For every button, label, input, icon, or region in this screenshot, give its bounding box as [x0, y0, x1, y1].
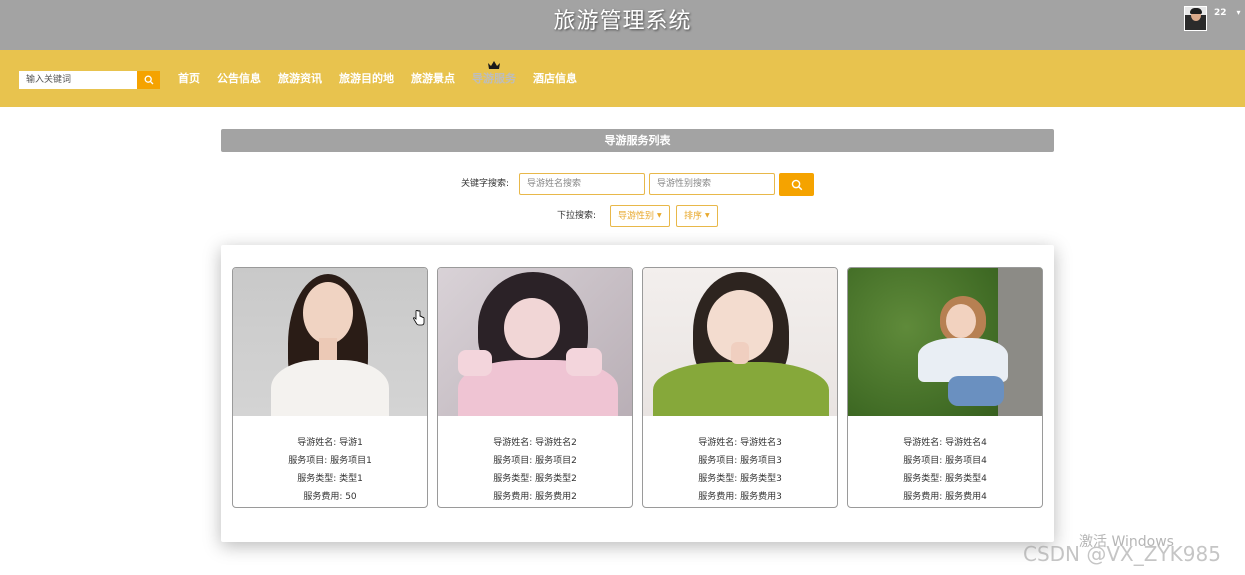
guide-photo[interactable] — [233, 268, 427, 416]
user-avatar[interactable] — [1184, 6, 1207, 31]
guide-name: 导游姓名: 导游姓名3 — [698, 438, 782, 448]
caret-down-icon: ▼ — [657, 212, 662, 219]
service-fee: 服务费用: 服务费用2 — [493, 492, 577, 502]
sort-dropdown[interactable]: 排序 ▼ — [676, 205, 718, 227]
guide-card-info: 导游姓名: 导游1 服务项目: 服务项目1 服务类型: 类型1 服务费用: 50 — [233, 416, 427, 506]
caret-down-icon: ▼ — [705, 212, 710, 219]
guide-card-info: 导游姓名: 导游姓名3 服务项目: 服务项目3 服务类型: 服务类型3 服务费用… — [643, 416, 837, 506]
nav-item-home[interactable]: 首页 — [178, 50, 200, 107]
user-name[interactable]: 22 — [1214, 8, 1227, 18]
chevron-down-icon[interactable]: ▾ — [1237, 8, 1241, 17]
service-fee: 服务费用: 服务费用4 — [903, 492, 987, 502]
keyword-search-button[interactable] — [779, 173, 814, 196]
gender-dropdown[interactable]: 导游性别 ▼ — [610, 205, 670, 227]
nav-search-button[interactable] — [137, 71, 160, 89]
service-type: 服务类型: 服务类型3 — [698, 474, 782, 484]
nav-item-hotels[interactable]: 酒店信息 — [533, 50, 577, 107]
service-item: 服务项目: 服务项目3 — [698, 456, 782, 466]
guide-name-search-input[interactable] — [519, 173, 645, 195]
guide-card-info: 导游姓名: 导游姓名4 服务项目: 服务项目4 服务类型: 服务类型4 服务费用… — [848, 416, 1042, 506]
guide-card[interactable]: 导游姓名: 导游1 服务项目: 服务项目1 服务类型: 类型1 服务费用: 50 — [232, 267, 428, 508]
list-title: 导游服务列表 — [221, 129, 1054, 152]
dropdown-search-label: 下拉搜索: — [557, 211, 597, 221]
hand-cursor-icon — [413, 310, 425, 326]
nav-item-travel-news[interactable]: 旅游资讯 — [278, 50, 322, 107]
guide-name: 导游姓名: 导游姓名4 — [903, 438, 987, 448]
main-navbar: 首页 公告信息 旅游资讯 旅游目的地 旅游景点 导游服务 酒店信息 — [0, 50, 1245, 107]
guide-photo[interactable] — [848, 268, 1042, 416]
search-icon — [791, 179, 802, 190]
service-type: 服务类型: 类型1 — [297, 474, 363, 484]
service-fee: 服务费用: 50 — [303, 492, 357, 502]
gender-dropdown-label: 导游性别 — [618, 211, 655, 222]
csdn-watermark: CSDN @VX_ZYK985 — [1023, 542, 1221, 566]
guide-card[interactable]: 导游姓名: 导游姓名3 服务项目: 服务项目3 服务类型: 服务类型3 服务费用… — [642, 267, 838, 508]
service-fee: 服务费用: 服务费用3 — [698, 492, 782, 502]
dropdown-search-row: 下拉搜索: 导游性别 ▼ 排序 ▼ — [0, 205, 1245, 227]
guide-card[interactable]: 导游姓名: 导游姓名2 服务项目: 服务项目2 服务类型: 服务类型2 服务费用… — [437, 267, 633, 508]
site-title: 旅游管理系统 — [553, 9, 692, 34]
nav-item-destinations[interactable]: 旅游目的地 — [339, 50, 394, 107]
service-item: 服务项目: 服务项目2 — [493, 456, 577, 466]
nav-item-guide-service-label: 导游服务 — [472, 72, 516, 85]
guide-name: 导游姓名: 导游1 — [297, 438, 363, 448]
service-item: 服务项目: 服务项目1 — [288, 456, 372, 466]
nav-menu: 首页 公告信息 旅游资讯 旅游目的地 旅游景点 导游服务 酒店信息 — [178, 50, 594, 107]
service-item: 服务项目: 服务项目4 — [903, 456, 987, 466]
guide-photo[interactable] — [643, 268, 837, 416]
keyword-search-row: 关键字搜索: — [0, 173, 1245, 196]
top-header-bar: 旅游管理系统 22 ▾ — [0, 0, 1245, 50]
guide-photo[interactable] — [438, 268, 632, 416]
guide-name: 导游姓名: 导游姓名2 — [493, 438, 577, 448]
nav-item-announcements[interactable]: 公告信息 — [217, 50, 261, 107]
nav-item-attractions[interactable]: 旅游景点 — [411, 50, 455, 107]
nav-search-input[interactable] — [19, 71, 137, 89]
service-type: 服务类型: 服务类型4 — [903, 474, 987, 484]
nav-search — [19, 71, 160, 89]
guide-gender-search-input[interactable] — [649, 173, 775, 195]
search-icon — [144, 75, 153, 85]
guide-card-info: 导游姓名: 导游姓名2 服务项目: 服务项目2 服务类型: 服务类型2 服务费用… — [438, 416, 632, 506]
crown-icon — [487, 60, 501, 70]
user-menu[interactable]: 22 ▾ — [1184, 6, 1241, 31]
service-type: 服务类型: 服务类型2 — [493, 474, 577, 484]
guide-list-panel: 导游姓名: 导游1 服务项目: 服务项目1 服务类型: 类型1 服务费用: 50… — [221, 245, 1054, 542]
sort-dropdown-label: 排序 — [684, 211, 703, 222]
keyword-search-label: 关键字搜索: — [461, 179, 510, 189]
nav-item-guide-service[interactable]: 导游服务 — [472, 50, 516, 107]
guide-card[interactable]: 导游姓名: 导游姓名4 服务项目: 服务项目4 服务类型: 服务类型4 服务费用… — [847, 267, 1043, 508]
